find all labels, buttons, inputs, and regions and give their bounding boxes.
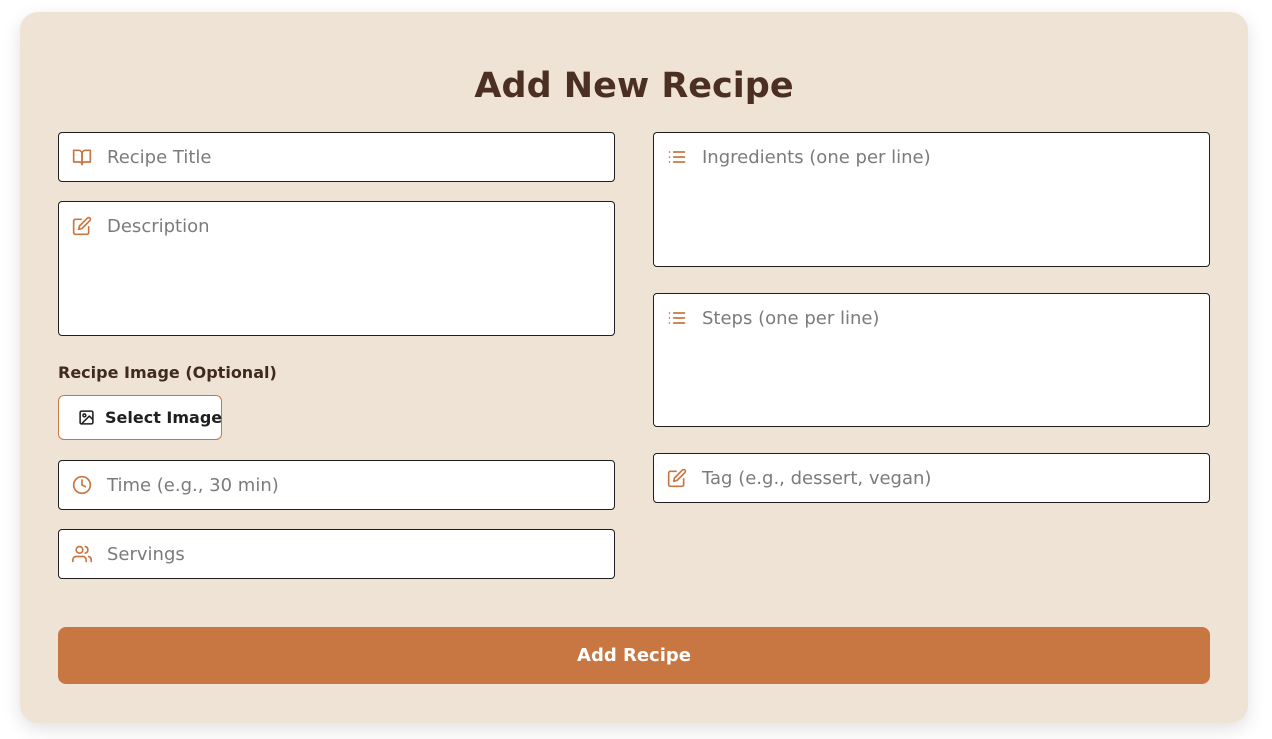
time-input[interactable]: Time (e.g., 30 min) xyxy=(58,460,615,510)
recipe-title-placeholder: Recipe Title xyxy=(107,147,212,168)
tag-input[interactable]: Tag (e.g., dessert, vegan) xyxy=(653,453,1210,503)
description-placeholder: Description xyxy=(107,216,210,237)
edit-icon xyxy=(72,216,92,236)
ingredients-placeholder: Ingredients (one per line) xyxy=(702,147,931,168)
image-icon xyxy=(78,409,95,426)
users-icon xyxy=(72,544,92,564)
tag-placeholder: Tag (e.g., dessert, vegan) xyxy=(702,468,932,489)
select-image-button[interactable]: Select Image xyxy=(58,395,222,440)
list-icon xyxy=(667,147,687,167)
recipe-title-input[interactable]: Recipe Title xyxy=(58,132,615,182)
edit-icon xyxy=(667,468,687,488)
add-recipe-button[interactable]: Add Recipe xyxy=(58,627,1210,684)
ingredients-textarea[interactable]: Ingredients (one per line) xyxy=(653,132,1210,267)
page-title: Add New Recipe xyxy=(474,66,794,106)
clock-icon xyxy=(72,475,92,495)
list-icon xyxy=(667,308,687,328)
recipe-image-label: Recipe Image (Optional) xyxy=(58,363,277,382)
recipe-form-card: Add New Recipe Recipe Title Description xyxy=(20,12,1248,723)
description-textarea[interactable]: Description xyxy=(58,201,615,336)
steps-textarea[interactable]: Steps (one per line) xyxy=(653,293,1210,427)
select-image-label: Select Image xyxy=(105,408,223,427)
servings-input[interactable]: Servings xyxy=(58,529,615,579)
servings-placeholder: Servings xyxy=(107,544,185,565)
steps-placeholder: Steps (one per line) xyxy=(702,308,880,329)
time-placeholder: Time (e.g., 30 min) xyxy=(107,475,279,496)
book-open-icon xyxy=(72,147,92,167)
